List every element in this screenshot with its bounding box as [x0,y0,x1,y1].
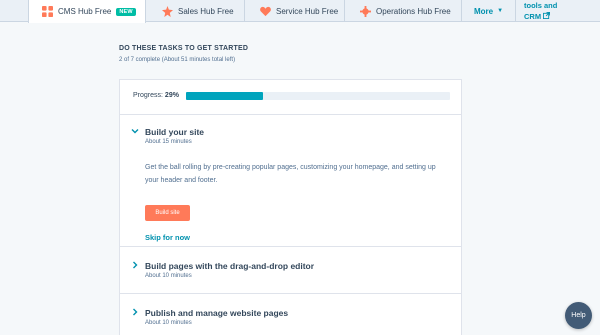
task-checklist-card: Progress: 29% Build your site About 15 m… [119,79,462,335]
divider [120,293,461,294]
skip-for-now-link[interactable]: Skip for now [145,233,190,242]
hub-tab-bar: CMS Hub Free NEW Sales Hub Free Service … [0,0,600,23]
tab-sales-hub[interactable]: Sales Hub Free [147,0,245,22]
more-menu-button[interactable]: More ▼ [462,0,516,22]
tab-label: Service Hub Free [276,6,339,16]
task-title[interactable]: Build your site [145,127,204,137]
progress-label: Progress: [133,92,163,99]
service-hub-icon [259,5,271,17]
divider [120,114,461,115]
chevron-down-icon[interactable] [131,127,139,137]
chevron-down-icon: ▼ [497,8,504,14]
external-link-icon [543,12,551,23]
task-duration: About 15 minutes [145,139,192,145]
tools-link-line1: tools and [524,1,558,10]
sales-hub-icon [161,5,173,17]
divider [120,246,461,247]
task-duration: About 10 minutes [145,320,192,326]
task-title[interactable]: Publish and manage website pages [145,308,288,318]
task-title[interactable]: Build pages with the drag-and-drop edito… [145,261,314,271]
tab-label: Sales Hub Free [178,6,234,16]
help-button[interactable]: Help [565,302,592,329]
tab-service-hub[interactable]: Service Hub Free [245,0,345,22]
task-description: Get the ball rolling by pre-creating pop… [145,164,436,184]
progress-percent: 29% [164,92,179,99]
chevron-right-icon[interactable] [131,261,139,271]
task-duration: About 10 minutes [145,273,192,279]
tab-operations-hub[interactable]: Operations Hub Free [345,0,462,22]
progress-bar [186,92,450,100]
page-title: DO THESE TASKS TO GET STARTED [119,45,249,52]
tab-cms-hub[interactable]: CMS Hub Free NEW [28,0,146,23]
progress-row: Progress: 29% [133,92,179,99]
new-badge: NEW [116,7,136,16]
chevron-right-icon[interactable] [131,308,139,318]
progress-bar-fill [186,92,263,100]
tools-and-crm-link[interactable]: tools and CRM [524,0,557,23]
tab-label: Operations Hub Free [376,6,451,16]
completion-summary: 2 of 7 complete (About 51 minutes total … [119,57,236,63]
build-site-button[interactable]: Build site [145,205,190,221]
more-label: More [473,6,494,16]
cms-hub-icon [41,6,53,18]
tools-link-line2: CRM [524,12,542,21]
tab-label: CMS Hub Free [58,7,112,16]
operations-hub-icon [359,5,371,17]
